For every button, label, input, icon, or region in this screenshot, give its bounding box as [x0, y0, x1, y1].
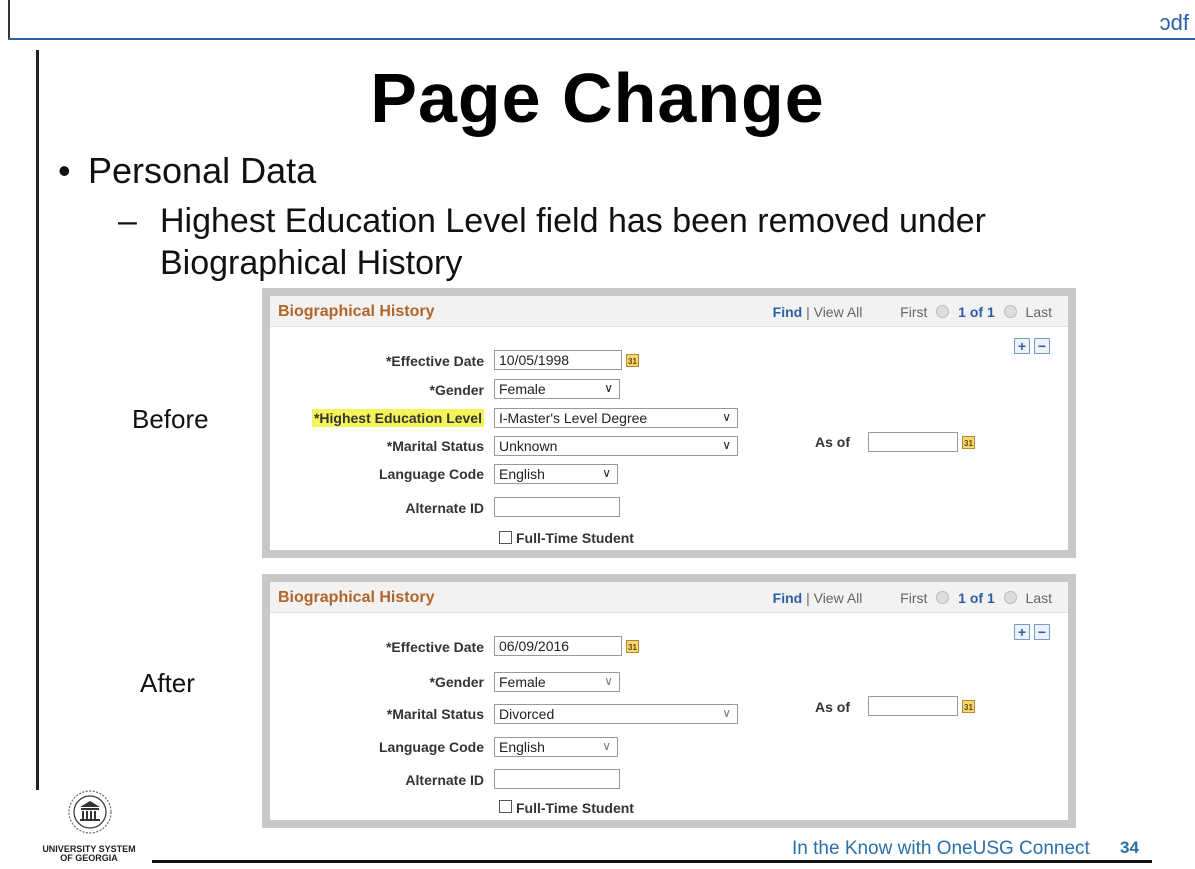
find-link[interactable]: Find — [773, 304, 803, 320]
slide-title: Page Change — [370, 59, 825, 137]
first-arrow-icon[interactable] — [936, 591, 950, 604]
effective-date-input[interactable]: 06/09/2016 — [494, 636, 622, 656]
first-link[interactable]: First — [900, 304, 927, 320]
gender-value: Female — [499, 674, 546, 690]
first-arrow-icon[interactable] — [936, 305, 950, 318]
gender-value: Female — [499, 381, 546, 397]
before-panel-nav: Find | View All First 1 of 1 Last — [773, 304, 1052, 320]
usg-logo-text: UNIVERSITY SYSTEM OF GEORGIA — [30, 845, 148, 863]
after-panel-nav: Find | View All First 1 of 1 Last — [773, 590, 1052, 606]
alternate-id-input[interactable] — [494, 497, 620, 517]
before-panel: Biographical History Find | View All Fir… — [262, 288, 1076, 558]
effective-date-calendar-icon[interactable]: 31 — [626, 640, 639, 653]
gender-select[interactable]: Female ∨ — [494, 672, 620, 692]
sub-bullet-text: Highest Education Level field has been r… — [160, 202, 986, 282]
alternate-id-label: Alternate ID — [405, 500, 484, 516]
add-row-icon[interactable]: + — [1014, 624, 1030, 640]
label-before: Before — [132, 404, 209, 434]
nav-separator: | — [806, 590, 810, 606]
highest-education-select[interactable]: I-Master's Level Degree ∨ — [494, 408, 738, 428]
as-of-calendar-icon[interactable]: 31 — [962, 436, 975, 449]
remove-row-icon[interactable]: − — [1034, 338, 1050, 354]
language-code-select[interactable]: English ∨ — [494, 737, 618, 757]
effective-date-label: *Effective Date — [385, 353, 484, 369]
bullet-text: Personal Data — [88, 150, 317, 191]
effective-date-calendar-icon[interactable]: 31 — [626, 354, 639, 367]
before-panel-body: Biographical History Find | View All Fir… — [270, 296, 1068, 550]
view-all-link[interactable]: View All — [814, 304, 863, 320]
marital-status-select[interactable]: Unknown ∨ — [494, 436, 738, 456]
label-after: After — [140, 668, 195, 698]
sub-bullet-dash: – — [118, 202, 137, 240]
marital-status-value: Divorced — [499, 706, 555, 722]
sub-bullet: – Highest Education Level field has been… — [118, 200, 1078, 284]
chevron-down-icon: ∨ — [722, 706, 731, 720]
language-code-label: Language Code — [378, 739, 484, 755]
header-rule — [8, 38, 1195, 40]
last-link[interactable]: Last — [1026, 590, 1052, 606]
as-of-label: As of — [815, 434, 850, 450]
chevron-down-icon: ∨ — [602, 739, 611, 753]
as-of-input[interactable] — [868, 432, 958, 452]
language-code-value: English — [499, 466, 545, 482]
usg-logo-line2: OF GEORGIA — [60, 853, 118, 863]
effective-date-input[interactable]: 10/05/1998 — [494, 350, 622, 370]
as-of-calendar-icon[interactable]: 31 — [962, 700, 975, 713]
language-code-value: English — [499, 739, 545, 755]
alternate-id-label: Alternate ID — [405, 772, 484, 788]
highest-education-value: I-Master's Level Degree — [499, 410, 648, 426]
after-panel-header: Biographical History Find | View All Fir… — [270, 582, 1068, 613]
before-panel-header: Biographical History Find | View All Fir… — [270, 296, 1068, 327]
first-link[interactable]: First — [900, 590, 927, 606]
full-time-student-checkbox[interactable] — [499, 800, 512, 813]
header-left-rule — [8, 0, 10, 40]
chevron-down-icon: ∨ — [722, 410, 731, 424]
before-panel-title: Biographical History — [278, 303, 435, 320]
marital-status-value: Unknown — [499, 438, 558, 454]
highest-education-label-text: *Highest Education Level — [311, 409, 484, 427]
marital-status-label: *Marital Status — [386, 438, 484, 454]
remove-row-icon[interactable]: − — [1034, 624, 1050, 640]
usg-logo-icon — [68, 790, 112, 834]
full-time-student-label: Full-Time Student — [516, 800, 634, 816]
bullet-dot: • — [58, 150, 71, 191]
add-row-icon[interactable]: + — [1014, 338, 1030, 354]
footer-rule — [152, 860, 1152, 863]
page-count: 1 of 1 — [958, 590, 995, 606]
language-code-label: Language Code — [378, 466, 484, 482]
nav-separator: | — [806, 304, 810, 320]
view-all-link[interactable]: View All — [814, 590, 863, 606]
find-link[interactable]: Find — [773, 590, 803, 606]
bullet-personal-data: • Personal Data — [58, 150, 316, 192]
full-time-student-checkbox[interactable] — [499, 531, 512, 544]
marital-status-select[interactable]: Divorced ∨ — [494, 704, 738, 724]
footer-tagline: In the Know with OneUSG Connect — [792, 838, 1090, 859]
as-of-label: As of — [815, 699, 850, 715]
after-panel: Biographical History Find | View All Fir… — [262, 574, 1076, 828]
language-code-select[interactable]: English ∨ — [494, 464, 618, 484]
marital-status-label: *Marital Status — [386, 706, 484, 722]
alternate-id-input[interactable] — [494, 769, 620, 789]
gender-select[interactable]: Female ∨ — [494, 379, 620, 399]
after-panel-title: Biographical History — [278, 589, 435, 606]
highest-education-label: *Highest Education Level — [311, 409, 484, 427]
gender-label: *Gender — [429, 674, 484, 690]
last-arrow-icon[interactable] — [1003, 591, 1017, 604]
header-pdf-text: ɔdf — [1159, 10, 1189, 35]
page-count: 1 of 1 — [958, 304, 995, 320]
slide-left-rule — [36, 50, 39, 790]
chevron-down-icon: ∨ — [604, 674, 613, 688]
chevron-down-icon: ∨ — [604, 381, 613, 395]
page-number: 34 — [1120, 838, 1139, 857]
after-panel-body: Biographical History Find | View All Fir… — [270, 582, 1068, 820]
chevron-down-icon: ∨ — [602, 466, 611, 480]
chevron-down-icon: ∨ — [722, 438, 731, 452]
last-arrow-icon[interactable] — [1003, 305, 1017, 318]
last-link[interactable]: Last — [1026, 304, 1052, 320]
as-of-input[interactable] — [868, 696, 958, 716]
effective-date-label: *Effective Date — [385, 639, 484, 655]
full-time-student-label: Full-Time Student — [516, 530, 634, 546]
gender-label: *Gender — [429, 382, 484, 398]
